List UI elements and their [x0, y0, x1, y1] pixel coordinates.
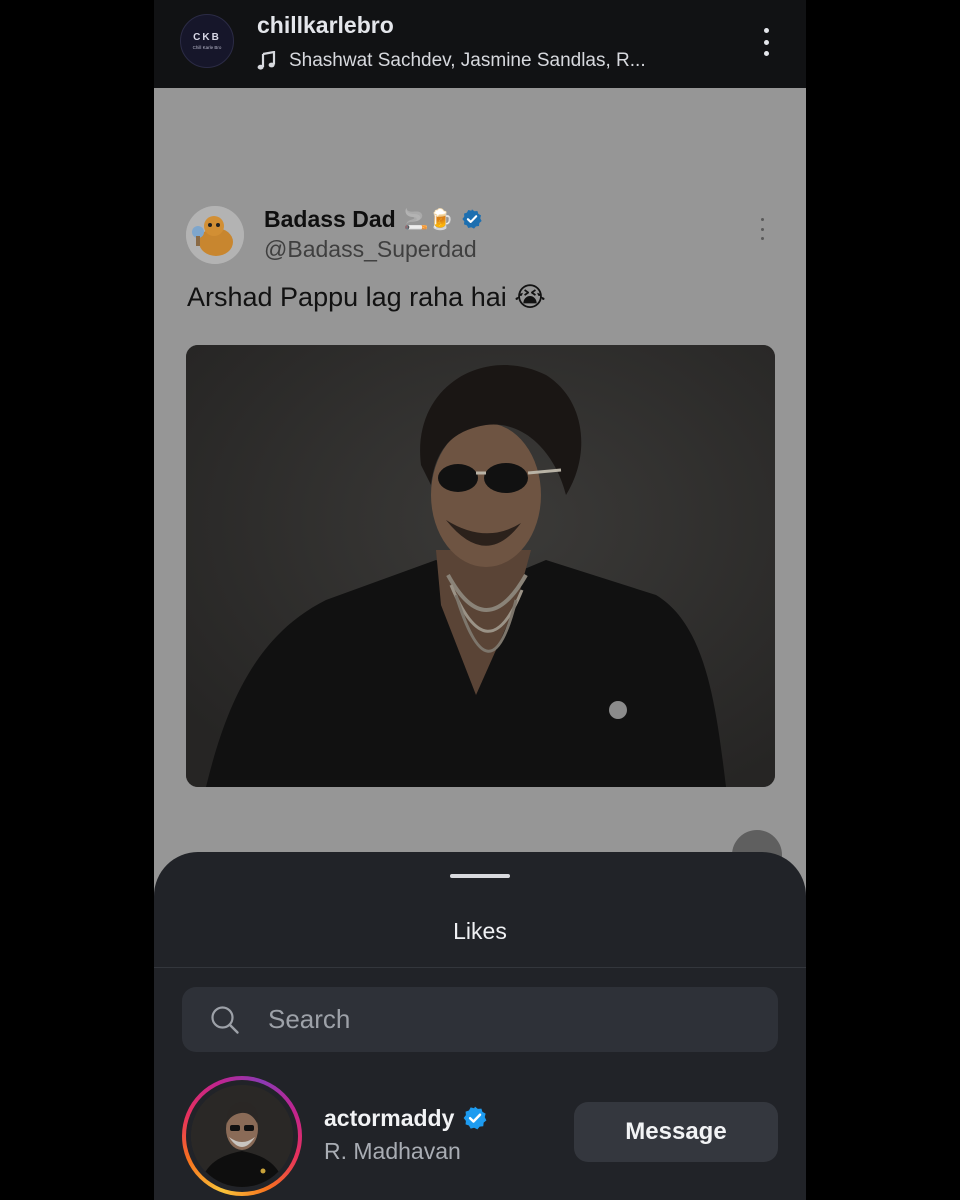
account-name[interactable]: chillkarlebro: [257, 12, 394, 39]
username-text: actormaddy: [324, 1104, 455, 1131]
audio-title: Shashwat Sachdev, Jasmine Sandlas, R...: [289, 50, 646, 71]
verified-badge-icon: [462, 209, 483, 229]
search-input[interactable]: [268, 999, 778, 1040]
search-icon: [211, 1005, 239, 1034]
avatar-subtext: Chill Karle Bro: [192, 45, 222, 50]
tweet-author-avatar: [186, 206, 244, 264]
author-emoji: 🚬🍺: [403, 208, 454, 231]
avatar-text: CKB: [193, 32, 221, 43]
liker-full-name: R. Madhavan: [324, 1138, 461, 1164]
tweet-author-handle: @Badass_Superdad: [264, 236, 477, 262]
more-vertical-icon[interactable]: [754, 26, 778, 58]
tweet-text: Arshad Pappu lag raha hai 😭: [187, 282, 546, 312]
phone-screen: CKB Chill Karle Bro chillkarlebro Shashw…: [154, 0, 806, 1200]
sheet-title: Likes: [453, 918, 507, 944]
more-vertical-icon: [758, 218, 766, 240]
tweet-photo: [186, 345, 775, 787]
reel-header: CKB Chill Karle Bro chillkarlebro Shashw…: [154, 0, 806, 88]
verified-badge-icon: [464, 1106, 487, 1130]
search-field[interactable]: [182, 987, 778, 1052]
avatar[interactable]: [182, 1076, 302, 1196]
message-button[interactable]: Message: [574, 1102, 778, 1162]
divider: [154, 967, 806, 968]
list-item[interactable]: actormaddy R. Madhavan Message: [154, 1074, 806, 1196]
author-name-text: Badass Dad: [264, 205, 396, 232]
music-note-icon: [257, 51, 276, 70]
account-avatar[interactable]: CKB Chill Karle Bro: [180, 14, 234, 68]
likes-sheet: Likes Search actormaddy R. Madhavan Mess…: [154, 852, 806, 1200]
tweet-author-name: Badass Dad 🚬🍺: [264, 203, 483, 235]
sheet-drag-handle[interactable]: [450, 874, 510, 878]
audio-attribution[interactable]: Shashwat Sachdev, Jasmine Sandlas, R...: [257, 48, 646, 74]
liker-username[interactable]: actormaddy: [324, 1102, 488, 1134]
